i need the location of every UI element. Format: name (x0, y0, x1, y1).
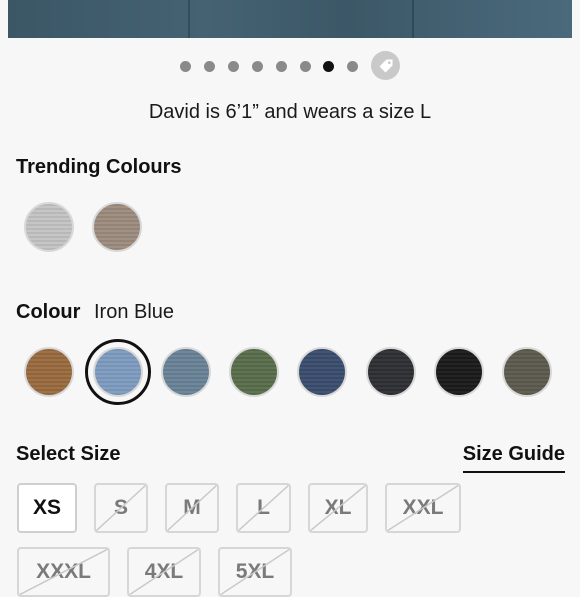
size-option[interactable]: L (236, 483, 291, 533)
select-size-title: Select Size (16, 443, 121, 465)
carousel-dot[interactable] (347, 61, 358, 72)
size-option[interactable]: S (94, 483, 148, 533)
size-option[interactable]: XXXL (17, 547, 110, 597)
model-size-caption: David is 6’1” and wears a size L (148, 101, 432, 123)
size-option-label: XXXL (36, 560, 91, 583)
carousel-dot[interactable] (180, 61, 191, 72)
size-option-label: 5XL (235, 560, 275, 583)
carousel-dot[interactable] (300, 61, 311, 72)
carousel-dot[interactable] (323, 61, 334, 72)
colour-swatch[interactable] (93, 347, 143, 397)
trending-colours-title: Trending Colours (16, 156, 182, 178)
size-option-label: S (113, 496, 128, 519)
size-option[interactable]: XL (308, 483, 368, 533)
trending-swatch[interactable] (24, 202, 74, 252)
selected-colour-name: Iron Blue (94, 301, 175, 323)
colour-swatch[interactable] (366, 347, 416, 397)
size-option-label: XS (32, 496, 61, 519)
product-image[interactable] (8, 0, 572, 38)
size-option[interactable]: 4XL (127, 547, 201, 597)
carousel-dot[interactable] (252, 61, 263, 72)
size-option[interactable]: XXL (385, 483, 461, 533)
size-option[interactable]: M (165, 483, 219, 533)
colour-swatch[interactable] (502, 347, 552, 397)
colour-title: Colour (16, 301, 81, 323)
tag-icon (379, 59, 392, 72)
carousel-dot[interactable] (228, 61, 239, 72)
colour-swatch[interactable] (161, 347, 211, 397)
carousel-pagination (0, 54, 580, 78)
colour-swatch[interactable] (24, 347, 74, 397)
colour-swatch[interactable] (229, 347, 279, 397)
size-guide-link[interactable]: Size Guide (462, 443, 565, 473)
size-option[interactable]: 5XL (218, 547, 292, 597)
colour-swatch[interactable] (434, 347, 484, 397)
carousel-dot[interactable] (276, 61, 287, 72)
size-option-label: M (183, 496, 201, 519)
colour-swatch[interactable] (297, 347, 347, 397)
carousel-dot[interactable] (204, 61, 215, 72)
shop-the-look-button[interactable] (371, 51, 400, 80)
size-option-label: 4XL (144, 560, 184, 583)
size-option-label: XL (324, 496, 352, 519)
size-option-label: XXL (402, 496, 444, 519)
size-option-label: L (257, 496, 270, 519)
trending-swatch[interactable] (92, 202, 142, 252)
size-option[interactable]: XS (17, 483, 77, 533)
